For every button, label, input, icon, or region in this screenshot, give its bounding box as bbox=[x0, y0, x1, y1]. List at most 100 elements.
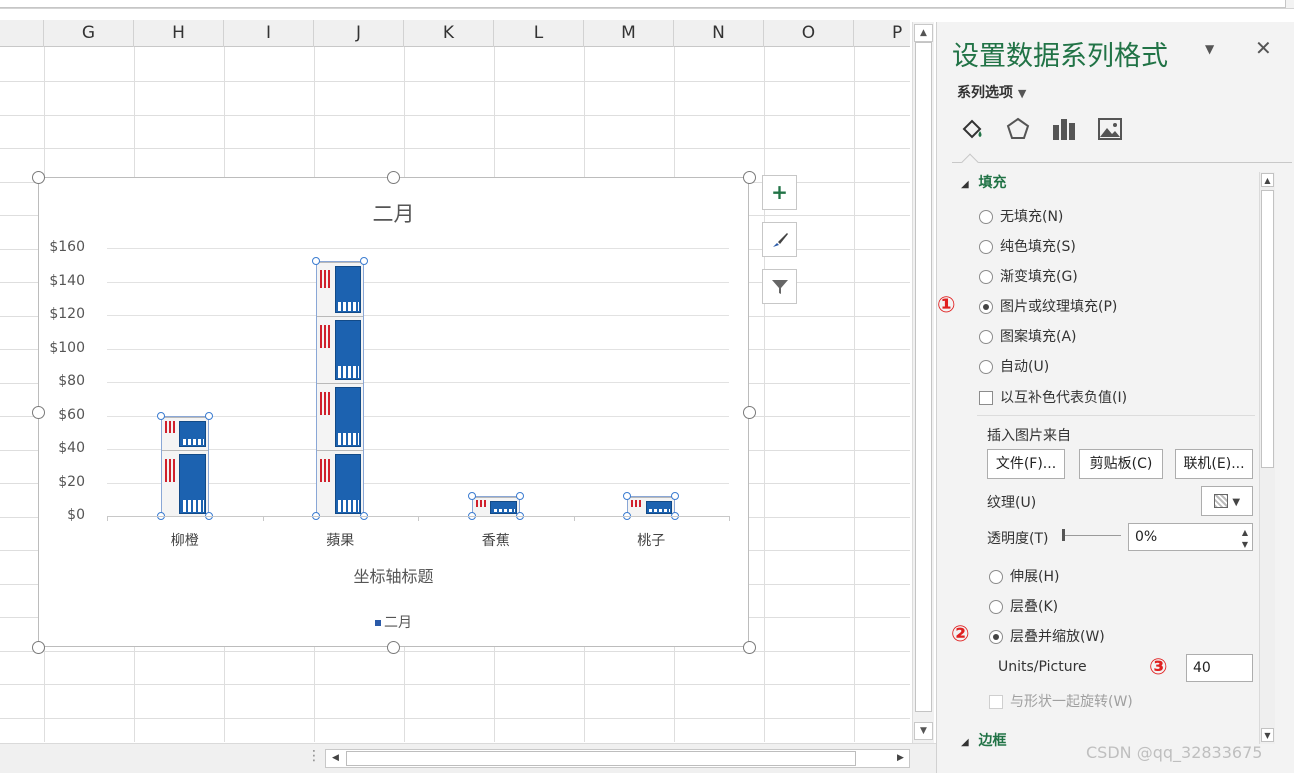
bar-selection-handle[interactable] bbox=[515, 491, 524, 500]
data-bar[interactable] bbox=[467, 491, 524, 520]
format-data-series-pane[interactable]: 设置数据系列格式 ▼ ✕ 系列选项 ▼ ◢ 填充 无填充(N) 纯色填充(S) … bbox=[936, 22, 1294, 773]
column-header-j[interactable]: J bbox=[314, 20, 404, 47]
scroll-left-arrow-icon[interactable]: ◀ bbox=[327, 751, 344, 766]
radio-circle[interactable] bbox=[979, 270, 993, 284]
insert-online-button[interactable]: 联机(E)... bbox=[1175, 449, 1253, 479]
radio-stack-and-scale[interactable]: 层叠并缩放(W) bbox=[989, 626, 1105, 646]
radio-circle[interactable] bbox=[979, 330, 993, 344]
checkbox-box[interactable] bbox=[979, 391, 993, 405]
chart-title[interactable]: 二月 bbox=[39, 198, 748, 228]
chart-resize-handle[interactable] bbox=[387, 171, 400, 184]
fill-section-header[interactable]: ◢ 填充 bbox=[961, 172, 1006, 192]
transparency-slider-track[interactable] bbox=[1063, 535, 1121, 536]
column-header-p[interactable]: P bbox=[854, 20, 910, 47]
units-per-picture-input[interactable]: 40 bbox=[1186, 654, 1253, 682]
scroll-down-arrow-icon[interactable]: ▼ bbox=[914, 722, 933, 740]
transparency-slider-handle[interactable] bbox=[1062, 529, 1065, 541]
texture-picker-button[interactable]: ▼ bbox=[1201, 486, 1253, 516]
chart-resize-handle[interactable] bbox=[743, 171, 756, 184]
column-header-n[interactable]: N bbox=[674, 20, 764, 47]
rotate-with-shape-checkbox[interactable]: 与形状一起旋转(W) bbox=[989, 691, 1133, 711]
x-axis-title[interactable]: 坐标轴标题 bbox=[39, 563, 748, 587]
horizontal-scroll-thumb[interactable] bbox=[346, 751, 856, 766]
picture-icon bbox=[1098, 118, 1122, 140]
data-bar[interactable] bbox=[156, 411, 213, 520]
spin-down-icon[interactable]: ▼ bbox=[1242, 532, 1248, 558]
radio-stretch[interactable]: 伸展(H) bbox=[989, 566, 1059, 586]
invert-if-negative-checkbox[interactable]: 以互补色代表负值(I) bbox=[979, 387, 1127, 407]
chart-resize-handle[interactable] bbox=[387, 641, 400, 654]
chart-legend[interactable]: 二月 bbox=[375, 612, 412, 632]
column-header-m[interactable]: M bbox=[584, 20, 674, 47]
insert-file-button[interactable]: 文件(F)... bbox=[987, 449, 1065, 479]
chart-resize-handle[interactable] bbox=[743, 641, 756, 654]
bar-selection-handle[interactable] bbox=[156, 411, 165, 420]
radio-label: 图案填充(A) bbox=[1000, 329, 1077, 345]
pane-options-dropdown-icon[interactable]: ▼ bbox=[1205, 42, 1214, 56]
insert-clipboard-button[interactable]: 剪贴板(C) bbox=[1079, 449, 1163, 479]
radio-automatic-fill[interactable]: 自动(U) bbox=[979, 356, 1049, 376]
radio-circle[interactable] bbox=[989, 600, 1003, 614]
effects-tab[interactable] bbox=[1003, 115, 1033, 145]
chart-filters-button[interactable] bbox=[762, 269, 797, 304]
splitter-icon[interactable]: ⋮ bbox=[307, 748, 321, 764]
data-bar[interactable] bbox=[623, 491, 680, 520]
bar-selection-handle[interactable] bbox=[204, 411, 213, 420]
radio-no-fill[interactable]: 无填充(N) bbox=[979, 206, 1063, 226]
x-tick-label: 香蕉 bbox=[481, 533, 510, 549]
chart-resize-handle[interactable] bbox=[32, 641, 45, 654]
scroll-thumb[interactable] bbox=[915, 42, 932, 712]
chart-resize-handle[interactable] bbox=[32, 171, 45, 184]
formula-input[interactable] bbox=[0, 0, 1286, 8]
bar-selection-handle[interactable] bbox=[467, 491, 476, 500]
scroll-up-arrow-icon[interactable]: ▲ bbox=[1261, 173, 1274, 187]
scroll-up-arrow-icon[interactable]: ▲ bbox=[914, 24, 933, 42]
bar-selection-handle[interactable] bbox=[360, 257, 369, 266]
chart-area[interactable]: 二月 $160 $140 $120 $100 $80 $60 $40 $20 $0 柳橙 蘋果 香蕉 桃… bbox=[38, 177, 749, 647]
data-bar[interactable] bbox=[312, 257, 369, 520]
chart-styles-button[interactable] bbox=[762, 222, 797, 257]
transparency-label: 透明度(T) bbox=[987, 531, 1049, 547]
radio-label: 伸展(H) bbox=[1010, 569, 1060, 585]
radio-circle[interactable] bbox=[979, 240, 993, 254]
sheet-horizontal-scrollbar[interactable]: ◀ ▶ bbox=[325, 749, 910, 768]
column-header-h[interactable]: H bbox=[134, 20, 224, 47]
column-header-k[interactable]: K bbox=[404, 20, 494, 47]
close-icon[interactable]: ✕ bbox=[1255, 36, 1272, 60]
sheet-vertical-scrollbar[interactable]: ▲ ▼ bbox=[912, 22, 934, 744]
scroll-down-arrow-icon[interactable]: ▼ bbox=[1261, 728, 1274, 742]
radio-pattern-fill[interactable]: 图案填充(A) bbox=[979, 326, 1077, 346]
texture-label: 纹理(U) bbox=[987, 495, 1037, 511]
series-options-dropdown[interactable]: 系列选项 ▼ bbox=[957, 82, 1026, 102]
column-header-i[interactable]: I bbox=[224, 20, 314, 47]
radio-circle[interactable] bbox=[979, 210, 993, 224]
column-header-o[interactable]: O bbox=[764, 20, 854, 47]
radio-circle-selected[interactable] bbox=[989, 630, 1003, 644]
radio-stack[interactable]: 层叠(K) bbox=[989, 596, 1058, 616]
column-header-blank[interactable] bbox=[0, 20, 44, 47]
radio-circle[interactable] bbox=[989, 570, 1003, 584]
radio-picture-texture-fill[interactable]: 图片或纹理填充(P) bbox=[979, 296, 1117, 316]
pane-scroll-thumb[interactable] bbox=[1261, 190, 1274, 468]
pentagon-icon bbox=[1006, 117, 1030, 139]
chart-resize-handle[interactable] bbox=[743, 406, 756, 419]
border-section-header[interactable]: ◢ 边框 bbox=[961, 730, 1006, 750]
column-header-g[interactable]: G bbox=[44, 20, 134, 47]
bar-selection-handle[interactable] bbox=[671, 491, 680, 500]
series-options-tab[interactable] bbox=[1049, 115, 1079, 145]
chart-elements-button[interactable]: + bbox=[762, 175, 797, 210]
radio-gradient-fill[interactable]: 渐变填充(G) bbox=[979, 266, 1078, 286]
column-header-l[interactable]: L bbox=[494, 20, 584, 47]
transparency-input[interactable]: 0% ▲ ▼ bbox=[1128, 523, 1253, 551]
series-options-label: 系列选项 bbox=[957, 85, 1013, 101]
radio-circle-selected[interactable] bbox=[979, 300, 993, 314]
checkbox-box[interactable] bbox=[989, 695, 1003, 709]
scroll-right-arrow-icon[interactable]: ▶ bbox=[892, 751, 909, 766]
picture-tab[interactable] bbox=[1095, 115, 1125, 145]
radio-circle[interactable] bbox=[979, 360, 993, 374]
chart-resize-handle[interactable] bbox=[32, 406, 45, 419]
radio-solid-fill[interactable]: 纯色填充(S) bbox=[979, 236, 1076, 256]
fill-line-tab[interactable] bbox=[957, 115, 987, 145]
pane-vertical-scrollbar[interactable]: ▲ ▼ bbox=[1259, 172, 1275, 744]
fill-section-label: 填充 bbox=[978, 175, 1007, 191]
